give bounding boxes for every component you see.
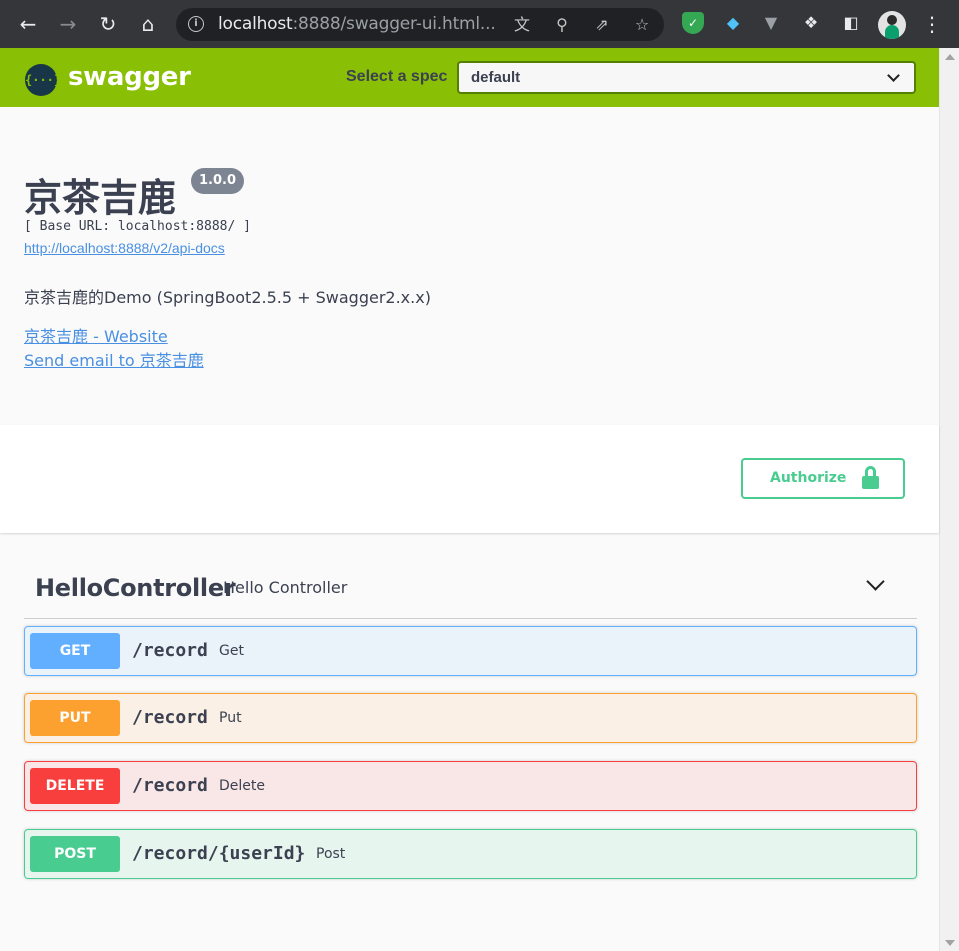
puzzle-extensions-icon[interactable]: ❖ [800, 12, 822, 34]
avatar-body [885, 25, 899, 39]
opblock-get-record[interactable]: GET /record Get [24, 626, 917, 676]
operation-path: /record [132, 640, 208, 661]
share-icon[interactable]: ⇗ [592, 15, 612, 35]
sidepanel-icon[interactable]: ◧ [840, 12, 862, 34]
opblock-put-record[interactable]: PUT /record Put [24, 693, 917, 743]
tag-header-hellocontroller[interactable]: HelloController Hello Controller [24, 557, 917, 619]
vue-extension-icon[interactable]: ▼ [760, 12, 782, 34]
site-info-icon[interactable]: i [188, 16, 204, 32]
bookmark-star-icon[interactable]: ☆ [632, 15, 652, 35]
scroll-down-icon[interactable] [945, 940, 955, 946]
url-text[interactable]: localhost:8888/swagger-ui.html... [218, 14, 496, 34]
chevron-down-icon [887, 69, 900, 82]
tag-name[interactable]: HelloController [35, 574, 236, 602]
authorize-button[interactable]: Authorize [741, 458, 905, 499]
operation-path: /record/{userId} [132, 843, 306, 864]
menu-kebab-icon[interactable]: ⋮ [918, 10, 946, 38]
scheme-container: Authorize [0, 425, 939, 533]
operation-summary: Delete [219, 778, 265, 794]
home-icon[interactable]: ⌂ [134, 10, 162, 38]
api-docs-link[interactable]: http://localhost:8888/v2/api-docs [24, 240, 225, 256]
scroll-up-icon[interactable] [945, 54, 955, 60]
api-description: 京茶吉鹿的Demo (SpringBoot2.5.5 + Swagger2.x.… [24, 288, 431, 307]
operation-summary: Get [219, 643, 244, 659]
email-link[interactable]: Send email to 京茶吉鹿 [24, 347, 204, 371]
method-badge: PUT [30, 700, 120, 736]
browser-toolbar: ← → ↻ ⌂ i localhost:8888/swagger-ui.html… [0, 0, 959, 48]
website-link[interactable]: 京茶吉鹿 - Website [24, 323, 168, 347]
forward-icon[interactable]: → [54, 10, 82, 38]
swagger-topbar: {···} swagger Select a spec default [0, 48, 939, 107]
authorize-label: Authorize [770, 470, 847, 486]
api-info: 京茶吉鹿 1.0.0 [ Base URL: localhost:8888/ ]… [0, 107, 939, 425]
version-badge: 1.0.0 [191, 168, 245, 194]
zoom-icon[interactable]: ⚲ [552, 15, 572, 35]
operation-path: /record [132, 707, 208, 728]
api-title: 京茶吉鹿 [24, 176, 177, 220]
method-badge: POST [30, 836, 120, 872]
method-badge: DELETE [30, 768, 120, 804]
back-icon[interactable]: ← [14, 10, 42, 38]
tag-description: Hello Controller [223, 578, 348, 597]
select-spec-label: Select a spec [346, 68, 448, 85]
operation-summary: Post [316, 846, 346, 862]
swagger-logo-icon[interactable]: {···} [25, 64, 61, 96]
address-bar[interactable]: i localhost:8888/swagger-ui.html... 文 ⚲ … [176, 8, 664, 41]
shield-extension-icon[interactable]: ✓ [682, 12, 704, 34]
opblock-delete-record[interactable]: DELETE /record Delete [24, 761, 917, 811]
opblock-post-record-userid[interactable]: POST /record/{userId} Post [24, 829, 917, 879]
spec-select-value: default [471, 69, 521, 86]
unlock-icon [862, 466, 880, 490]
swagger-logo-text[interactable]: swagger [68, 62, 191, 92]
operation-summary: Put [219, 710, 242, 726]
avatar-head [887, 15, 897, 25]
operation-path: /record [132, 775, 208, 796]
reload-icon[interactable]: ↻ [94, 10, 122, 38]
spec-select[interactable]: default [457, 61, 916, 94]
gem-extension-icon[interactable]: ◆ [722, 12, 744, 34]
base-url: [ Base URL: localhost:8888/ ] [24, 219, 251, 234]
page-scrollbar[interactable] [939, 48, 959, 951]
chevron-down-icon[interactable] [866, 572, 885, 591]
avatar[interactable] [878, 11, 906, 39]
translate-icon[interactable]: 文 [512, 15, 532, 35]
method-badge: GET [30, 633, 120, 669]
